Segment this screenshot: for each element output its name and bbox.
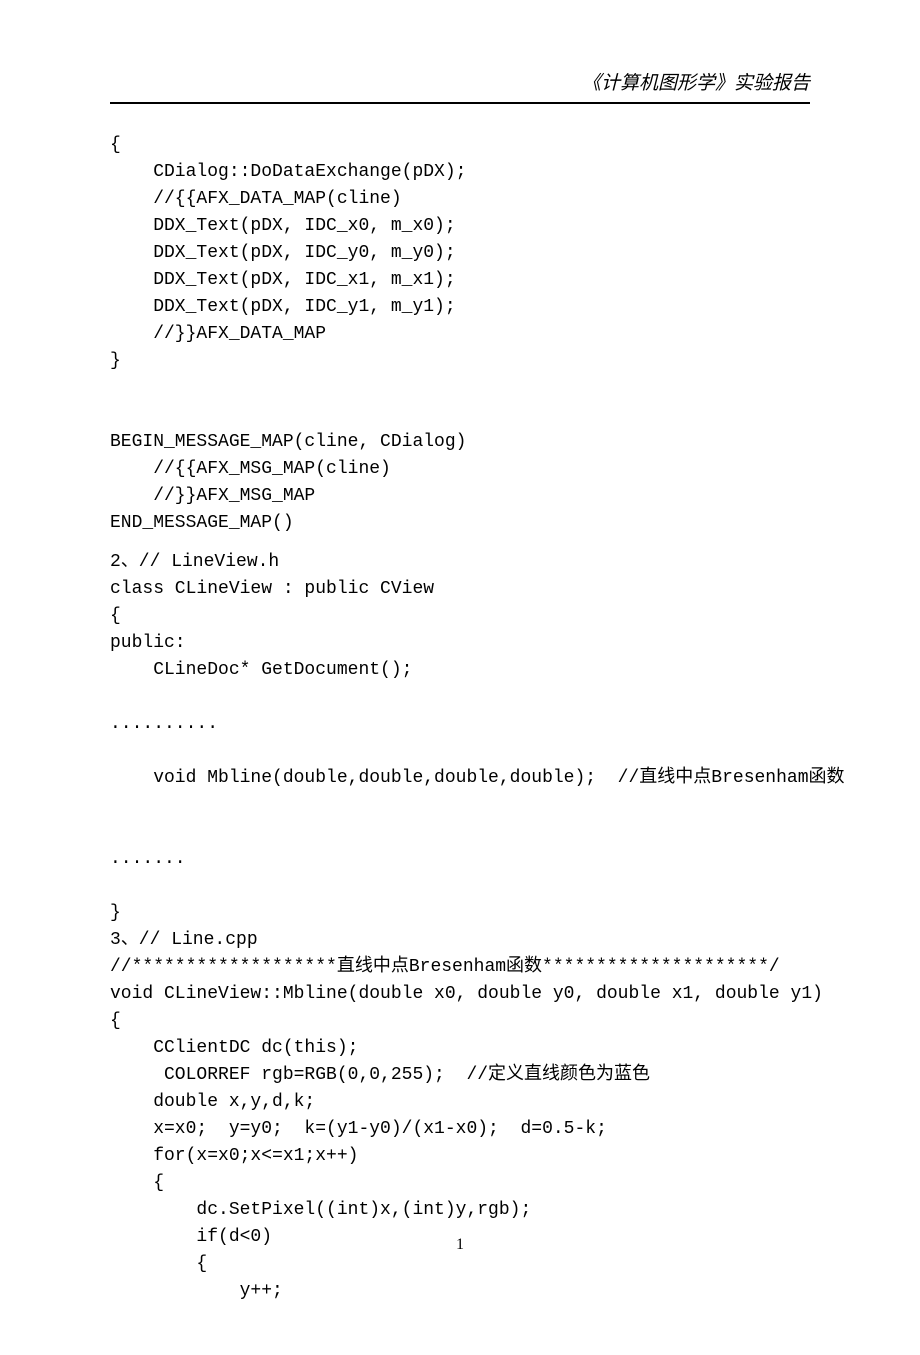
page-number: 1 xyxy=(0,1233,920,1257)
code-block-2: class CLineView : public CView { public:… xyxy=(110,576,810,927)
code-block-1: { CDialog::DoDataExchange(pDX); //{{AFX_… xyxy=(110,132,810,537)
header-title: 《计算机图形学》实验报告 xyxy=(582,73,810,94)
section-3-title: 3、// Line.cpp xyxy=(110,927,810,954)
page-header: 《计算机图形学》实验报告 xyxy=(110,70,810,104)
section-2-title: 2、// LineView.h xyxy=(110,549,810,576)
